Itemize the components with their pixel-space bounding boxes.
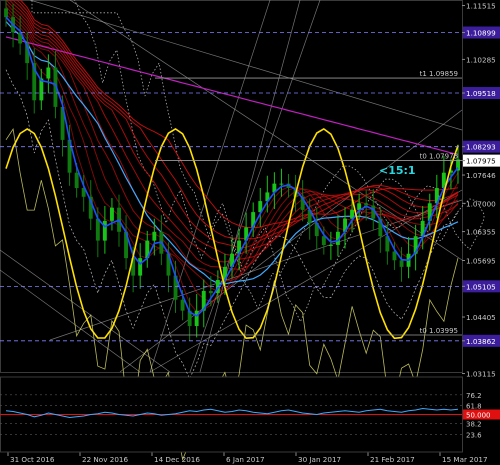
candle-body xyxy=(102,220,107,241)
candle-body xyxy=(180,299,185,311)
oscillator-tick-label: 61.8 xyxy=(466,403,482,411)
oscillator-tick-label: 38.2 xyxy=(466,420,482,428)
y-tick-label: 1.03115 xyxy=(466,370,496,379)
y-tick-label: 1.08293 xyxy=(466,143,496,152)
candle-body xyxy=(46,67,51,79)
target-level-label: t1 1.09859 xyxy=(420,70,458,78)
x-tick-label: 15 Mar 2017 xyxy=(442,455,488,464)
y-tick-label: 1.09518 xyxy=(466,89,496,98)
candle-body xyxy=(364,203,369,206)
candle-body xyxy=(328,245,333,246)
candle-body xyxy=(208,291,213,294)
candle-body xyxy=(399,260,404,267)
y-tick-label: 1.07000 xyxy=(466,199,496,208)
chart-root: t1 1.09859 t0 1.07976 t0 1.03995 1.11515 1.… xyxy=(0,0,500,465)
y-tick-label: 1.07975 xyxy=(466,157,496,166)
candle-body xyxy=(279,183,284,185)
x-tick-label: 14 Dec 2016 xyxy=(154,455,200,464)
y-tick-label: 1.10285 xyxy=(466,55,496,64)
candle-body xyxy=(4,8,8,18)
target-level-label: t0 1.07976 xyxy=(420,153,459,161)
candle-body xyxy=(152,231,157,241)
target-level-label: t0 1.03995 xyxy=(420,327,458,335)
y-tick-label: 1.11515 xyxy=(466,2,496,11)
candle-body xyxy=(74,172,79,188)
y-tick-label: 1.03862 xyxy=(466,337,496,346)
oscillator-tick-label: 50.000 xyxy=(466,412,491,420)
candle-body xyxy=(392,251,397,261)
x-tick-label: 22 Nov 2016 xyxy=(82,455,128,464)
candle-body xyxy=(95,218,100,241)
y-tick-label: 1.06355 xyxy=(466,228,496,237)
ratio-annotation: <15:1 xyxy=(379,164,416,177)
price-chart: t1 1.09859 t0 1.07976 t0 1.03995 1.11515 1.… xyxy=(0,0,500,465)
y-tick-label: 1.05105 xyxy=(466,282,496,291)
y-tick-label: 1.04405 xyxy=(466,313,496,322)
x-tick-label: 31 Oct 2016 xyxy=(10,455,55,464)
y-tick-label: 1.10899 xyxy=(466,29,496,38)
y-tick-label: 1.07646 xyxy=(466,171,496,180)
candle-body xyxy=(194,310,199,326)
candle-body xyxy=(138,258,143,276)
y-tick-label: 1.05695 xyxy=(466,257,496,266)
oscillator-tick-label: 23.6 xyxy=(466,431,482,439)
oscillator-tick-label: 76.2 xyxy=(466,392,482,400)
candle-body xyxy=(321,236,326,245)
x-tick-label: 6 Jan 2017 xyxy=(226,455,265,464)
x-tick-label: 21 Feb 2017 xyxy=(370,455,415,464)
x-tick-label: 30 Jan 2017 xyxy=(298,455,341,464)
candle-body xyxy=(110,207,114,221)
